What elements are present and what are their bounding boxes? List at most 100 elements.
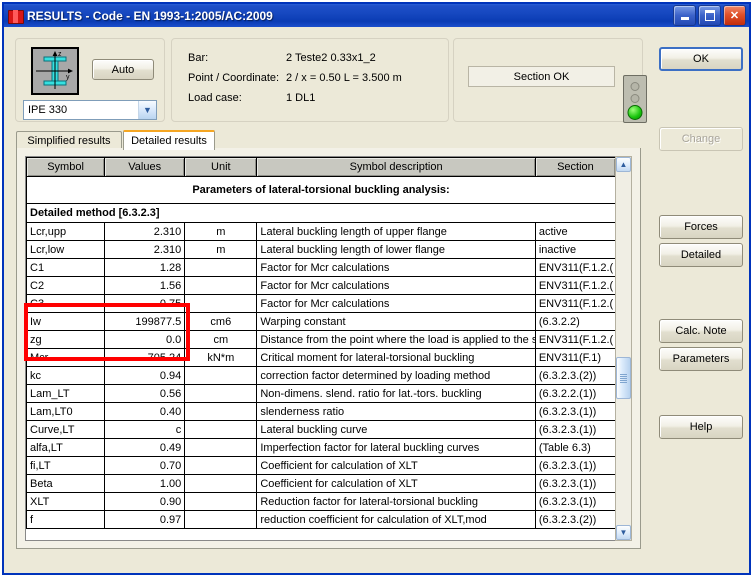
cell-description: Coefficient for calculation of XLT — [256, 474, 536, 493]
cell-unit — [184, 276, 258, 295]
steel-section-icon — [7, 8, 24, 24]
table-row[interactable]: Beta 1.00 Coefficient for calculation of X… — [26, 474, 616, 493]
cell-value: 2.310 — [104, 222, 186, 241]
scroll-down-icon[interactable]: ▼ — [616, 525, 631, 540]
chevron-down-icon[interactable]: ▼ — [138, 101, 156, 119]
cell-value: 1.28 — [104, 258, 186, 277]
column-header-symbol-description[interactable]: Symbol description — [256, 157, 536, 177]
cell-unit — [184, 366, 258, 385]
info-label: Bar: — [188, 52, 209, 64]
close-button[interactable]: ✕ — [723, 5, 746, 26]
scroll-up-icon[interactable]: ▲ — [616, 157, 631, 172]
cell-symbol: fi,LT — [26, 456, 106, 475]
tab-detailed-results[interactable]: Detailed results — [123, 130, 215, 150]
column-header-unit[interactable]: Unit — [184, 157, 258, 177]
status-led-panel — [623, 75, 647, 123]
cell-section: (6.3.2.3.(1)) — [534, 492, 616, 511]
table-title-text: Parameters of lateral-torsional buckling… — [26, 176, 616, 204]
info-row-point-coordinate: Point / Coordinate: 2 / x = 0.50 L = 3.50… — [188, 72, 402, 84]
tab-simplified-results[interactable]: Simplified results — [16, 131, 122, 149]
auto-button[interactable]: Auto — [92, 59, 154, 80]
table-body: Parameters of lateral-torsional buckling… — [26, 176, 616, 529]
forces-button[interactable]: Forces — [659, 215, 743, 239]
cell-symbol: C1 — [26, 258, 106, 277]
cell-unit — [184, 492, 258, 511]
cell-unit — [184, 420, 258, 439]
i-beam-section-icon[interactable]: z y — [31, 47, 79, 95]
table-row[interactable]: f 0.97 reduction coefficient for calculati… — [26, 510, 616, 529]
cell-description: Critical moment for lateral-torsional bu… — [256, 348, 536, 367]
window-title: RESULTS - Code - EN 1993-1:2005/AC:2009 — [27, 8, 273, 23]
results-tabs: Simplified results Detailed results — [16, 130, 641, 150]
column-header-values[interactable]: Values — [104, 157, 186, 177]
column-header-section[interactable]: Section — [534, 157, 616, 177]
table-row[interactable]: Mcr 705.24 kN*m Critical moment for lateral… — [26, 348, 616, 367]
info-value: 2 / x = 0.50 L = 3.500 m — [286, 72, 402, 84]
parameters-button[interactable]: Parameters — [659, 347, 743, 371]
table-row[interactable]: C2 1.56 Factor for Mcr calculations ENV311(… — [26, 276, 616, 295]
cell-value: 1.56 — [104, 276, 186, 295]
minimize-button[interactable] — [673, 5, 696, 26]
cell-symbol: f — [26, 510, 106, 529]
section-profile-combobox[interactable]: IPE 330 ▼ — [23, 100, 157, 120]
cell-description: Factor for Mcr calculations — [256, 258, 536, 277]
cell-unit — [184, 402, 258, 421]
cell-symbol: Lam,LT0 — [26, 402, 106, 421]
led-red-off-icon — [630, 82, 640, 91]
cell-symbol: C3 — [26, 294, 106, 313]
cell-section: (6.3.2.2) — [534, 312, 616, 331]
cell-unit: m — [184, 222, 258, 241]
column-header-symbol[interactable]: Symbol — [26, 157, 106, 177]
cell-description: Lateral buckling length of upper flange — [256, 222, 536, 241]
table-row[interactable]: Iw 199877.5 cm6 Warping constant (6.3.2.2) — [26, 312, 616, 331]
table-row[interactable]: kc 0.94 correction factor determined by lo… — [26, 366, 616, 385]
cell-section: ENV311(F.1.2.( — [534, 258, 616, 277]
table-row[interactable]: Lam_LT 0.56 Non-dimens. slend. ratio for l… — [26, 384, 616, 403]
table-row[interactable]: Curve,LT c Lateral buckling curve (6.3.2.3.… — [26, 420, 616, 439]
info-row-load-case: Load case: 1 DL1 — [188, 92, 315, 104]
results-dialog-window: RESULTS - Code - EN 1993-1:2005/AC:2009 … — [2, 2, 751, 575]
table-row[interactable]: Lam,LT0 0.40 slenderness ratio (6.3.2.3.(1)… — [26, 402, 616, 421]
results-table-viewport: Symbol Values Unit Symbol description Se… — [25, 156, 617, 541]
cell-value: 0.90 — [104, 492, 186, 511]
cell-value: 0.56 — [104, 384, 186, 403]
cell-section: (6.3.2.3.(1)) — [534, 402, 616, 421]
info-value: 2 Teste2 0.33x1_2 — [286, 52, 376, 64]
table-row[interactable]: zg 0.0 cm Distance from the point where the… — [26, 330, 616, 349]
table-row[interactable]: Lcr,upp 2.310 m Lateral buckling length of … — [26, 222, 616, 241]
cell-symbol: kc — [26, 366, 106, 385]
scrollbar-thumb[interactable] — [616, 357, 631, 399]
cell-value: 199877.5 — [104, 312, 186, 331]
cell-value: 0.70 — [104, 456, 186, 475]
cell-unit: cm — [184, 330, 258, 349]
calc-note-button[interactable]: Calc. Note — [659, 319, 743, 343]
cell-symbol: Curve,LT — [26, 420, 106, 439]
status-group: Section OK — [453, 38, 643, 122]
cell-unit — [184, 456, 258, 475]
cell-section: (6.3.2.3.(2)) — [534, 510, 616, 529]
table-row[interactable]: C3 0.75 Factor for Mcr calculations ENV311(… — [26, 294, 616, 313]
ok-button[interactable]: OK — [659, 47, 743, 71]
change-button: Change — [659, 127, 743, 151]
table-vertical-scrollbar[interactable]: ▲ ▼ — [615, 156, 632, 541]
table-row[interactable]: XLT 0.90 Reduction factor for lateral-tors… — [26, 492, 616, 511]
status-badge: Section OK — [468, 66, 615, 87]
table-title-row: Parameters of lateral-torsional buckling… — [26, 176, 616, 204]
maximize-button[interactable] — [698, 5, 721, 26]
table-row[interactable]: alfa,LT 0.49 Imperfection factor for later… — [26, 438, 616, 457]
bar-info-group: Bar: 2 Teste2 0.33x1_2 Point / Coordinate… — [171, 38, 449, 122]
cell-symbol: Lam_LT — [26, 384, 106, 403]
cell-value: 0.94 — [104, 366, 186, 385]
title-bar[interactable]: RESULTS - Code - EN 1993-1:2005/AC:2009 … — [4, 4, 749, 27]
cell-description: Distance from the point where the load i… — [256, 330, 536, 349]
help-button[interactable]: Help — [659, 415, 743, 439]
cell-symbol: Beta — [26, 474, 106, 493]
table-row[interactable]: C1 1.28 Factor for Mcr calculations ENV311(… — [26, 258, 616, 277]
cell-unit — [184, 510, 258, 529]
cell-description: Lateral buckling curve — [256, 420, 536, 439]
detailed-button[interactable]: Detailed — [659, 243, 743, 267]
cell-unit: cm6 — [184, 312, 258, 331]
cell-section: ENV311(F.1.2.( — [534, 294, 616, 313]
table-row[interactable]: fi,LT 0.70 Coefficient for calculation of … — [26, 456, 616, 475]
table-row[interactable]: Lcr,low 2.310 m Lateral buckling length of … — [26, 240, 616, 259]
